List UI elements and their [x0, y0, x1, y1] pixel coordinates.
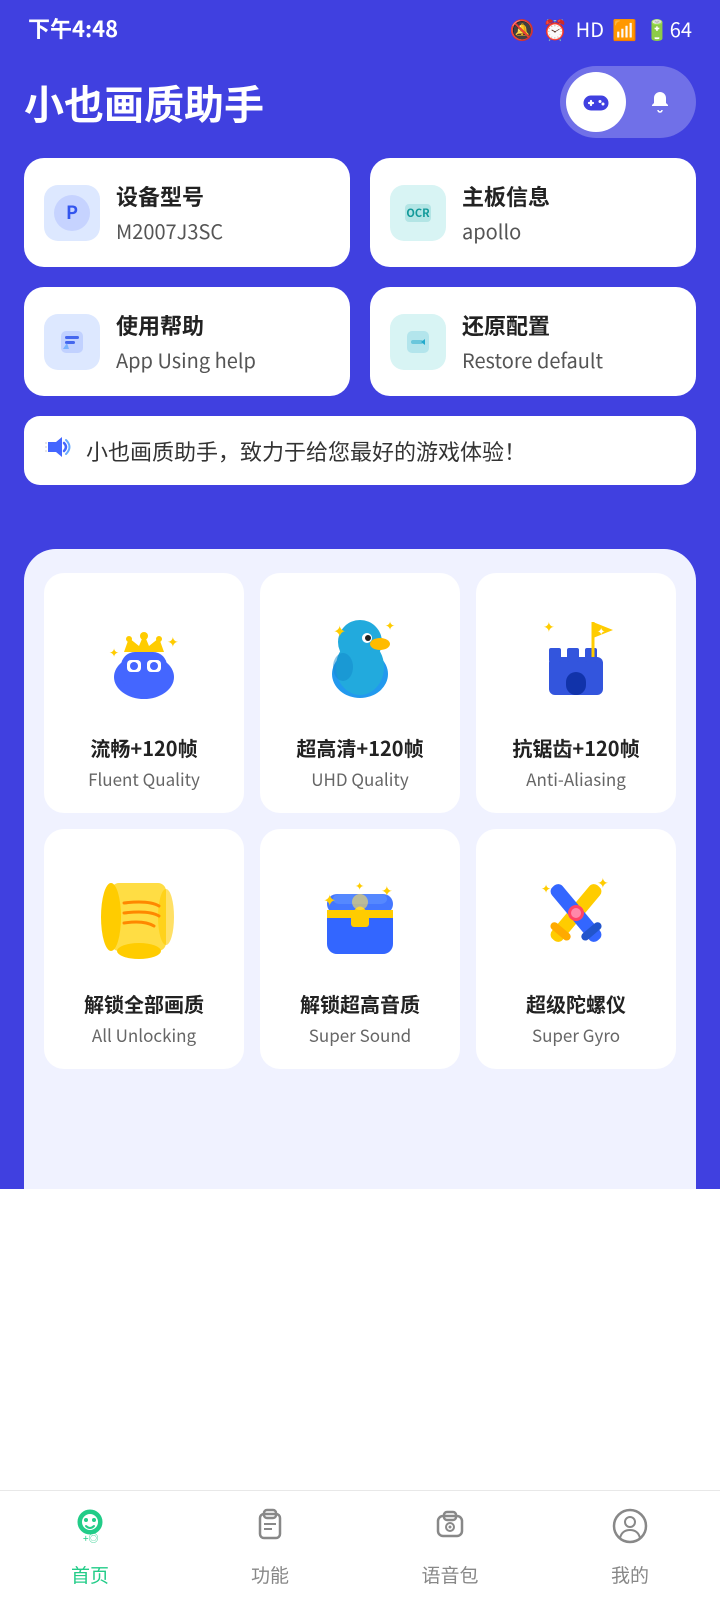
- profile-icon: [612, 1503, 648, 1555]
- super-sound-card[interactable]: ✦ ✦ ✦ 解锁超高音质 Super Sound: [260, 829, 460, 1069]
- white-section: ✦ ✦ 流畅+120帧 Fluent Quality: [24, 549, 696, 1189]
- uhd-quality-card[interactable]: ✦ ✦ 超高清+120帧 UHD Quality: [260, 573, 460, 813]
- super-gyro-icon: ✦ ✦: [516, 853, 636, 973]
- battery-icon: 🔋64: [645, 14, 692, 43]
- marquee-banner: 小也画质助手，致力于给您最好的游戏体验！: [24, 416, 696, 485]
- voice-pack-icon: [432, 1503, 468, 1555]
- all-unlocking-sub: All Unlocking: [92, 1022, 196, 1047]
- alarm-icon: ⏰: [543, 14, 568, 43]
- nav-profile-label: 我的: [611, 1561, 649, 1588]
- app-help-card[interactable]: 使用帮助 App Using help: [24, 287, 350, 396]
- all-unlocking-title: 解锁全部画质: [84, 989, 204, 1018]
- svg-text:✦: ✦: [381, 881, 393, 901]
- app-header: 小也画质助手: [0, 56, 720, 158]
- svg-text:✦: ✦: [541, 880, 551, 897]
- app-title: 小也画质助手: [24, 73, 264, 131]
- svg-text:✦: ✦: [109, 644, 119, 661]
- nav-voice-pack-label: 语音包: [421, 1561, 478, 1588]
- gamepad-button[interactable]: [566, 72, 626, 132]
- fluent-quality-icon: ✦ ✦: [84, 597, 204, 717]
- signal-icon: 📶: [612, 14, 637, 43]
- board-info-icon: OCR: [390, 185, 446, 241]
- marquee-text: 小也画质助手，致力于给您最好的游戏体验！: [86, 435, 526, 467]
- board-info-card[interactable]: OCR 主板信息 apollo: [370, 158, 696, 267]
- svg-text:✦: ✦: [597, 873, 609, 893]
- nav-voice-pack[interactable]: 语音包: [360, 1491, 540, 1600]
- restore-default-text: 还原配置 Restore default: [462, 309, 676, 374]
- status-bar: 下午4:48 🔕 ⏰ HD 📶 🔋64: [0, 0, 720, 56]
- svg-text:✦: ✦: [385, 617, 395, 634]
- blue-section: P 设备型号 M2007J3SC OCR 主板信息 apollo: [0, 158, 720, 525]
- features-icon: [252, 1503, 288, 1555]
- nav-profile[interactable]: 我的: [540, 1491, 720, 1600]
- svg-text:✦: ✦: [167, 632, 179, 652]
- nav-home-label: 首页: [71, 1561, 109, 1588]
- restore-default-icon: [390, 314, 446, 370]
- device-model-text: 设备型号 M2007J3SC: [116, 180, 330, 245]
- anti-aliasing-sub: Anti-Aliasing: [526, 766, 626, 791]
- board-info-text: 主板信息 apollo: [462, 180, 676, 245]
- svg-text:✦: ✦: [333, 618, 346, 642]
- help-cards-row: 使用帮助 App Using help 还原配置 Restore default: [24, 287, 696, 396]
- device-model-card[interactable]: P 设备型号 M2007J3SC: [24, 158, 350, 267]
- device-model-title: 设备型号: [116, 180, 330, 212]
- svg-text:✦: ✦: [543, 617, 555, 637]
- svg-text:✦: ✦: [323, 887, 336, 911]
- uhd-quality-title: 超高清+120帧: [296, 733, 423, 762]
- data-icon: HD: [576, 14, 604, 43]
- super-gyro-card[interactable]: ✦ ✦ 超级陀螺仪 Super Gyro: [476, 829, 676, 1069]
- fluent-quality-title: 流畅+120帧: [90, 733, 197, 762]
- super-sound-sub: Super Sound: [309, 1022, 411, 1047]
- restore-default-subtitle: Restore default: [462, 345, 676, 374]
- app-help-title: 使用帮助: [116, 309, 330, 341]
- super-sound-title: 解锁超高音质: [300, 989, 420, 1018]
- device-model-value: M2007J3SC: [116, 216, 330, 245]
- svg-text:OCR: OCR: [406, 205, 430, 221]
- nav-features[interactable]: 功能: [180, 1491, 360, 1600]
- svg-text:+◎: +◎: [83, 1530, 99, 1544]
- bell-button[interactable]: [630, 72, 690, 132]
- device-model-icon: P: [44, 185, 100, 241]
- status-icons: 🔕 ⏰ HD 📶 🔋64: [510, 14, 692, 43]
- svg-text:P: P: [66, 199, 78, 225]
- anti-aliasing-card[interactable]: ✦ ✦ 抗锯齿+120帧 Anti-Aliasing: [476, 573, 676, 813]
- app-help-subtitle: App Using help: [116, 345, 330, 374]
- info-cards-row: P 设备型号 M2007J3SC OCR 主板信息 apollo: [24, 158, 696, 267]
- feature-section: ✦ ✦ 流畅+120帧 Fluent Quality: [0, 525, 720, 1189]
- nav-home[interactable]: +◎ 首页: [0, 1491, 180, 1600]
- board-info-title: 主板信息: [462, 180, 676, 212]
- super-gyro-title: 超级陀螺仪: [526, 989, 626, 1018]
- fluent-quality-card[interactable]: ✦ ✦ 流畅+120帧 Fluent Quality: [44, 573, 244, 813]
- all-unlocking-card[interactable]: 解锁全部画质 All Unlocking: [44, 829, 244, 1069]
- mute-icon: 🔕: [510, 14, 535, 43]
- svg-text:✦: ✦: [597, 623, 605, 638]
- restore-default-card[interactable]: 还原配置 Restore default: [370, 287, 696, 396]
- status-time: 下午4:48: [28, 12, 118, 44]
- app-help-icon: [44, 314, 100, 370]
- board-info-value: apollo: [462, 216, 676, 245]
- nav-features-label: 功能: [251, 1561, 289, 1588]
- uhd-quality-sub: UHD Quality: [311, 766, 408, 791]
- header-buttons: [560, 66, 696, 138]
- bottom-nav: +◎ 首页 功能 语音包: [0, 1490, 720, 1600]
- uhd-quality-icon: ✦ ✦: [300, 597, 420, 717]
- speaker-icon: [44, 432, 74, 469]
- super-sound-icon: ✦ ✦ ✦: [300, 853, 420, 973]
- app-help-text: 使用帮助 App Using help: [116, 309, 330, 374]
- svg-text:✦: ✦: [355, 878, 364, 894]
- super-gyro-sub: Super Gyro: [532, 1022, 620, 1047]
- restore-default-title: 还原配置: [462, 309, 676, 341]
- anti-aliasing-icon: ✦ ✦: [516, 597, 636, 717]
- fluent-quality-sub: Fluent Quality: [88, 766, 200, 791]
- anti-aliasing-title: 抗锯齿+120帧: [512, 733, 639, 762]
- home-icon: +◎: [70, 1503, 110, 1555]
- feature-grid: ✦ ✦ 流畅+120帧 Fluent Quality: [44, 573, 676, 1069]
- all-unlocking-icon: [84, 853, 204, 973]
